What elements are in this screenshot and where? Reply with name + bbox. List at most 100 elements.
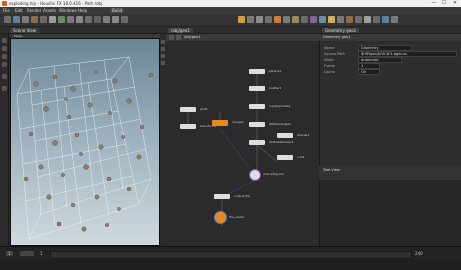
- shelf-tool-icon[interactable]: [4, 16, 11, 23]
- node-label: rbdconfigure1: [263, 172, 285, 176]
- pane-tabs-row: Scene View /obj/geo1 Geometry geo1: [0, 27, 461, 34]
- shelf-tool-icon[interactable]: [256, 16, 263, 23]
- move-tool-icon[interactable]: [2, 46, 7, 51]
- param-label: Cache: [324, 70, 335, 74]
- scale-tool-icon[interactable]: [2, 62, 7, 67]
- houdini-logo-icon: [2, 1, 7, 6]
- menu-help[interactable]: Help: [78, 8, 87, 13]
- param-label: Frame: [324, 64, 335, 68]
- menu-file[interactable]: File: [3, 8, 10, 13]
- shelf-tool-icon[interactable]: [22, 16, 29, 23]
- shelf-tool-icon[interactable]: [355, 16, 362, 23]
- tab-tree-view[interactable]: Tree View: [323, 168, 340, 172]
- shelf-tool-icon[interactable]: [49, 16, 56, 23]
- network-path[interactable]: /obj/geo1: [184, 35, 200, 39]
- shelf-tool-icon[interactable]: [346, 16, 353, 23]
- shelf-tool-icon[interactable]: [292, 16, 299, 23]
- shelf-tool-icon[interactable]: [319, 16, 326, 23]
- maximize-button[interactable]: ☐: [440, 1, 448, 6]
- scene-viewport[interactable]: [10, 38, 160, 246]
- node-label: rbdbulletsolver1: [269, 140, 294, 144]
- back-arrow-icon[interactable]: [169, 35, 174, 40]
- grid-cage-front: [16, 78, 140, 240]
- shelf-tool-icon[interactable]: [121, 16, 128, 23]
- shelf-tool-icon[interactable]: [337, 16, 344, 23]
- network-editor[interactable]: sphere1 scatter1 copytopoints1 attribwra…: [166, 34, 319, 246]
- shelf-tool-icon[interactable]: [76, 16, 83, 23]
- shelf-tool-icon[interactable]: [103, 16, 110, 23]
- tab-network[interactable]: /obj/geo1: [168, 28, 193, 33]
- param-label: Name: [324, 46, 335, 50]
- minimize-button[interactable]: —: [430, 1, 438, 6]
- shelf-tool-icon[interactable]: [301, 16, 308, 23]
- tab-scene-view[interactable]: Scene View: [10, 28, 39, 33]
- display-option-icon[interactable]: [161, 54, 165, 58]
- reference-wire: [219, 128, 251, 170]
- menu-assets[interactable]: Assets: [43, 8, 56, 13]
- node-label: dopnet1: [297, 133, 310, 137]
- shelf-tool-icon[interactable]: [40, 16, 47, 23]
- param-label: Mode: [324, 58, 334, 62]
- shelf-tool-icon[interactable]: [364, 16, 371, 23]
- shelf-tool-icon[interactable]: [283, 16, 290, 23]
- grid-cage-back: [28, 56, 152, 215]
- display-option-icon[interactable]: [161, 61, 165, 65]
- start-frame: 1: [40, 251, 43, 256]
- shelf-tool-icon[interactable]: [265, 16, 272, 23]
- window-title: exploding.hip - Houdini FX 18.0.416 - Pa…: [9, 1, 103, 6]
- left-toolbar: [0, 34, 9, 246]
- node-label: output_file: [234, 194, 250, 198]
- shelf-tool-icon[interactable]: [94, 16, 101, 23]
- shelf-tool-icon[interactable]: [382, 16, 389, 23]
- shelf-tool-icon[interactable]: [85, 16, 92, 23]
- shelf-tool-icon[interactable]: [13, 16, 20, 23]
- shelf-tool-icon[interactable]: [391, 16, 398, 23]
- display-option-icon[interactable]: [161, 40, 165, 44]
- rotate-tool-icon[interactable]: [2, 54, 7, 59]
- view-tool-icon[interactable]: [2, 86, 7, 91]
- param-value[interactable]: On: [358, 69, 380, 75]
- node-label: merge1: [232, 120, 244, 124]
- frame-slider[interactable]: [50, 251, 412, 259]
- network-header: /obj/geo1: [166, 34, 319, 41]
- scattered-objects: [23, 70, 154, 232]
- shelf-toolbar: [0, 14, 461, 27]
- shelf-tool-icon[interactable]: [58, 16, 65, 23]
- shelf-tool-icon[interactable]: [274, 16, 281, 23]
- shelf-tool-icon[interactable]: [112, 16, 119, 23]
- title-bar: exploding.hip - Houdini FX 18.0.416 - Pa…: [0, 0, 461, 7]
- menu-bar: File Edit Render Assets Windows Help Bui…: [0, 7, 461, 14]
- shelf-tool-icon[interactable]: [310, 16, 317, 23]
- shelf-tool-icon[interactable]: [247, 16, 254, 23]
- shelf-tool-icon[interactable]: [31, 16, 38, 23]
- handle-tool-icon[interactable]: [2, 74, 7, 79]
- viewport-wireframe: [16, 56, 154, 240]
- params-title: Geometry geo1: [323, 35, 351, 39]
- forward-arrow-icon[interactable]: [176, 35, 181, 40]
- node-label: null1: [297, 155, 305, 159]
- playbar-controls[interactable]: [20, 251, 34, 256]
- tab-params[interactable]: Geometry geo1: [322, 28, 360, 33]
- menu-windows[interactable]: Windows: [59, 8, 77, 13]
- display-option-icon[interactable]: [161, 47, 165, 51]
- shelf-tool-icon[interactable]: [373, 16, 380, 23]
- tree-view-header: Tree View: [319, 166, 461, 180]
- close-button[interactable]: ✕: [451, 1, 459, 6]
- menu-render[interactable]: Render: [27, 8, 41, 13]
- timeline[interactable]: 1 240 1: [0, 246, 461, 260]
- params-header: Geometry geo1: [319, 34, 461, 41]
- parameter-editor: Name Geometry Source Path $HIP/geo/$OS.$…: [319, 34, 461, 166]
- node-label: scatter1: [269, 86, 282, 90]
- node-label: file_cache: [229, 215, 244, 219]
- node-label: copytopoints1: [269, 104, 291, 108]
- menu-edit[interactable]: Edit: [15, 8, 23, 13]
- shelf-tool-icon[interactable]: [67, 16, 74, 23]
- shelf-tool-icon[interactable]: [238, 16, 245, 23]
- status-bar: [0, 260, 461, 270]
- node-label: attribwrangle1: [269, 122, 292, 126]
- current-frame[interactable]: 1: [6, 251, 13, 256]
- param-label: Source Path: [324, 52, 345, 56]
- select-tool-icon[interactable]: [2, 38, 7, 43]
- desktop-select[interactable]: Build: [110, 8, 125, 13]
- shelf-tool-icon[interactable]: [328, 16, 335, 23]
